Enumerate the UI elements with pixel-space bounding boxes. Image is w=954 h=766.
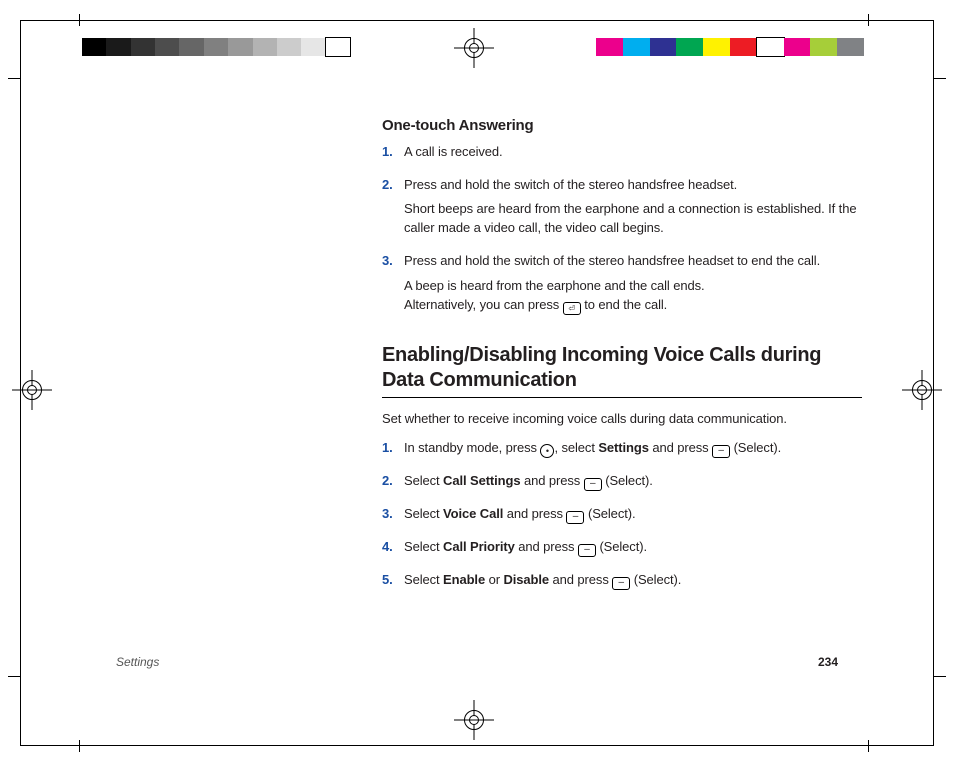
crop-tick (8, 78, 20, 79)
steps-list-1: 1. A call is received. 2. Press and hold… (382, 143, 862, 321)
step-item: 2. Press and hold the switch of the ster… (382, 176, 862, 245)
step-text: A call is received. (404, 143, 862, 162)
step-text: Press and hold the switch of the stereo … (404, 176, 862, 195)
end-call-key-icon (563, 302, 581, 315)
step-item: 2. Select Call Settings and press (Selec… (382, 472, 862, 497)
crop-tick (868, 14, 869, 26)
registration-mark-bottom (454, 700, 494, 740)
step-number: 3. (382, 252, 404, 321)
intro-text: Set whether to receive incoming voice ca… (382, 410, 862, 429)
step-number: 2. (382, 472, 404, 497)
step-text: Press and hold the switch of the stereo … (404, 252, 862, 271)
step-text: A beep is heard from the earphone and th… (404, 277, 862, 315)
grayscale-colorbar (82, 38, 350, 56)
step-text: In standby mode, press , select Settings… (404, 439, 862, 458)
crop-tick (868, 740, 869, 752)
page-footer: Settings 234 (116, 655, 838, 669)
step-text: Select Enable or Disable and press (Sele… (404, 571, 862, 590)
step-item: 5. Select Enable or Disable and press (S… (382, 571, 862, 596)
step-text: Short beeps are heard from the earphone … (404, 200, 862, 238)
step-number: 4. (382, 538, 404, 563)
crop-tick (79, 14, 80, 26)
soft-key-icon (584, 478, 602, 491)
registration-mark-left (12, 370, 52, 410)
step-item: 3. Select Voice Call and press (Select). (382, 505, 862, 530)
footer-section-name: Settings (116, 655, 159, 669)
step-number: 2. (382, 176, 404, 245)
heading-enable-disable: Enabling/Disabling Incoming Voice Calls … (382, 343, 862, 393)
soft-key-icon (566, 511, 584, 524)
step-text: Select Voice Call and press (Select). (404, 505, 862, 524)
footer-page-number: 234 (818, 655, 838, 669)
soft-key-icon (612, 577, 630, 590)
step-number: 3. (382, 505, 404, 530)
heading-rule (382, 397, 862, 398)
step-text: Select Call Settings and press (Select). (404, 472, 862, 491)
subheading-one-touch: One-touch Answering (382, 115, 862, 137)
crop-tick (79, 740, 80, 752)
step-item: 1. In standby mode, press , select Setti… (382, 439, 862, 464)
step-number: 1. (382, 439, 404, 464)
crop-tick (8, 676, 20, 677)
crop-tick (934, 78, 946, 79)
soft-key-icon (712, 445, 730, 458)
registration-mark-top (454, 28, 494, 68)
soft-key-icon (578, 544, 596, 557)
registration-mark-right (902, 370, 942, 410)
color-colorbar (596, 38, 864, 56)
crop-tick (934, 676, 946, 677)
step-item: 4. Select Call Priority and press (Selec… (382, 538, 862, 563)
step-text: Select Call Priority and press (Select). (404, 538, 862, 557)
steps-list-2: 1. In standby mode, press , select Setti… (382, 439, 862, 596)
page-body: One-touch Answering 1. A call is receive… (382, 115, 862, 604)
step-number: 5. (382, 571, 404, 596)
step-number: 1. (382, 143, 404, 168)
step-item: 1. A call is received. (382, 143, 862, 168)
center-key-icon (540, 444, 554, 458)
step-item: 3. Press and hold the switch of the ster… (382, 252, 862, 321)
